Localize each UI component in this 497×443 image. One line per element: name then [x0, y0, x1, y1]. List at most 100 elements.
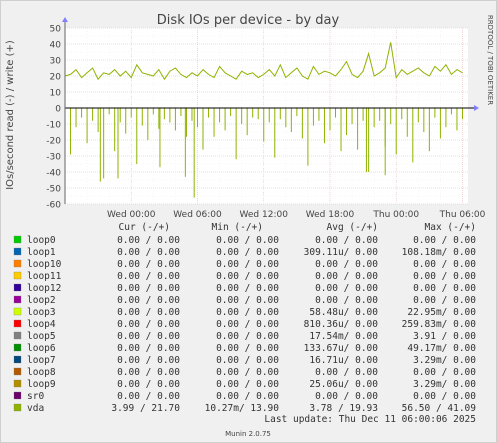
munin-footer: Munin 2.0.75: [225, 430, 271, 438]
legend-name: loop7: [27, 355, 56, 366]
legend-cur: 0.00 / 0.00: [117, 355, 180, 366]
legend-min: 0.00 / 0.00: [216, 307, 279, 318]
legend-avg: 16.71u/ 0.00: [309, 355, 378, 366]
legend-cur: 0.00 / 0.00: [117, 247, 180, 258]
legend-cur: 0.00 / 0.00: [117, 343, 180, 354]
legend-name: sr0: [27, 391, 44, 402]
legend-max: 22.95m/ 0.00: [407, 307, 476, 318]
legend-avg: 0.00 / 0.00: [315, 259, 378, 270]
legend-min: 0.00 / 0.00: [216, 331, 279, 342]
rrdtool-credit: RRDTOOL / TOBI OETIKER: [486, 15, 494, 105]
y-tick-label: -10: [46, 121, 61, 131]
legend-cur: 0.00 / 0.00: [117, 295, 180, 306]
legend-swatch: [13, 403, 22, 412]
x-tick-label: Wed 06:00: [173, 210, 222, 220]
munin-graph: Disk IOs per device - by day IOs/second …: [0, 0, 497, 443]
legend-swatch: [13, 355, 22, 364]
legend-max: 0.00 / 0.00: [413, 235, 476, 246]
legend-min: 10.27m/ 13.90: [205, 403, 280, 414]
y-axis-label: IOs/second read (-) / write (+): [5, 40, 16, 190]
legend-min: 0.00 / 0.00: [216, 367, 279, 378]
legend-min: 0.00 / 0.00: [216, 235, 279, 246]
legend-col-cur: Cur (-/+): [119, 222, 170, 233]
legend-max: 0.00 / 0.00: [413, 295, 476, 306]
legend-avg: 0.00 / 0.00: [315, 283, 378, 294]
legend-swatch: [13, 247, 22, 256]
legend-cur: 0.00 / 0.00: [117, 259, 180, 270]
legend-col-min: Min (-/+): [212, 222, 263, 233]
legend-avg: 0.00 / 0.00: [315, 235, 378, 246]
legend-cur: 0.00 / 0.00: [117, 367, 180, 378]
y-tick-label: -20: [46, 137, 61, 147]
legend-cur: 0.00 / 0.00: [117, 283, 180, 294]
legend-avg: 3.78 / 19.93: [309, 403, 378, 414]
legend-max: 56.50 / 41.09: [402, 403, 477, 414]
legend-cur: 0.00 / 0.00: [117, 235, 180, 246]
legend-name: loop11: [27, 271, 62, 282]
x-tick-label: Wed 00:00: [107, 210, 156, 220]
legend-avg: 17.54m/ 0.00: [309, 331, 378, 342]
legend-cur: 0.00 / 0.00: [117, 391, 180, 402]
y-tick-label: 0: [55, 105, 61, 115]
legend-max: 0.00 / 0.00: [413, 283, 476, 294]
legend-name: loop9: [27, 379, 56, 390]
y-tick-label: 40: [50, 41, 62, 51]
legend-name: loop8: [27, 367, 56, 378]
legend-avg: 133.67u/ 0.00: [304, 343, 379, 354]
legend-name: loop10: [27, 259, 62, 270]
legend-swatch: [13, 331, 22, 340]
y-tick-label: 20: [50, 73, 62, 83]
legend-min: 0.00 / 0.00: [216, 295, 279, 306]
x-tick-label: Wed 18:00: [306, 210, 355, 220]
legend-swatch: [13, 343, 22, 352]
legend-max: 259.83m/ 0.00: [402, 319, 477, 330]
legend-swatch: [13, 295, 22, 304]
legend-name: loop4: [27, 319, 56, 330]
legend-name: loop12: [27, 283, 61, 294]
x-tick-label: Thu 00:00: [372, 210, 419, 220]
legend-avg: 810.36u/ 0.00: [304, 319, 379, 330]
legend-swatch: [13, 283, 22, 292]
legend-avg: 309.11u/ 0.00: [304, 247, 379, 258]
y-tick-label: 10: [50, 89, 62, 99]
legend-name: loop0: [27, 235, 56, 246]
legend-col-max: Max (-/+): [425, 222, 476, 233]
legend-max: 49.17m/ 0.00: [407, 343, 476, 354]
legend-avg: 0.00 / 0.00: [315, 367, 378, 378]
legend-avg: 58.48u/ 0.00: [309, 307, 378, 318]
legend-swatch: [13, 319, 22, 328]
legend-min: 0.00 / 0.00: [216, 319, 279, 330]
legend-cur: 0.00 / 0.00: [117, 307, 180, 318]
legend-avg: 0.00 / 0.00: [315, 391, 378, 402]
legend-avg: 0.00 / 0.00: [315, 271, 378, 282]
legend-cur: 0.00 / 0.00: [117, 319, 180, 330]
y-tick-label: -50: [46, 185, 61, 195]
legend-max: 0.00 / 0.00: [413, 367, 476, 378]
legend-min: 0.00 / 0.00: [216, 283, 279, 294]
last-update: Last update: Thu Dec 11 06:00:06 2025: [264, 414, 476, 425]
chart-title: Disk IOs per device - by day: [157, 13, 340, 28]
legend-max: 0.00 / 0.00: [413, 391, 476, 402]
x-tick-label: Thu 06:00: [439, 210, 486, 220]
y-tick-label: -60: [46, 201, 61, 211]
legend-swatch: [13, 235, 22, 244]
legend-max: 0.00 / 0.00: [413, 259, 476, 270]
legend-min: 0.00 / 0.00: [216, 259, 279, 270]
x-tick-label: Wed 12:00: [240, 210, 289, 220]
legend-swatch: [13, 271, 22, 280]
legend-cur: 0.00 / 0.00: [117, 379, 180, 390]
legend-swatch: [13, 259, 22, 268]
y-tick-label: 50: [50, 25, 62, 35]
legend-avg: 0.00 / 0.00: [315, 295, 378, 306]
y-tick-label: 30: [50, 57, 62, 67]
legend-name: loop2: [27, 295, 56, 306]
legend-max: 3.29m/ 0.00: [413, 379, 476, 390]
legend-cur: 3.99 / 21.70: [111, 403, 180, 414]
legend-cur: 0.00 / 0.00: [117, 271, 180, 282]
legend-name: loop5: [27, 331, 56, 342]
legend-swatch: [13, 379, 22, 388]
legend-max: 0.00 / 0.00: [413, 271, 476, 282]
legend-max: 3.29m/ 0.00: [413, 355, 476, 366]
legend-name: loop3: [27, 307, 56, 318]
legend-name: vda: [27, 403, 44, 414]
